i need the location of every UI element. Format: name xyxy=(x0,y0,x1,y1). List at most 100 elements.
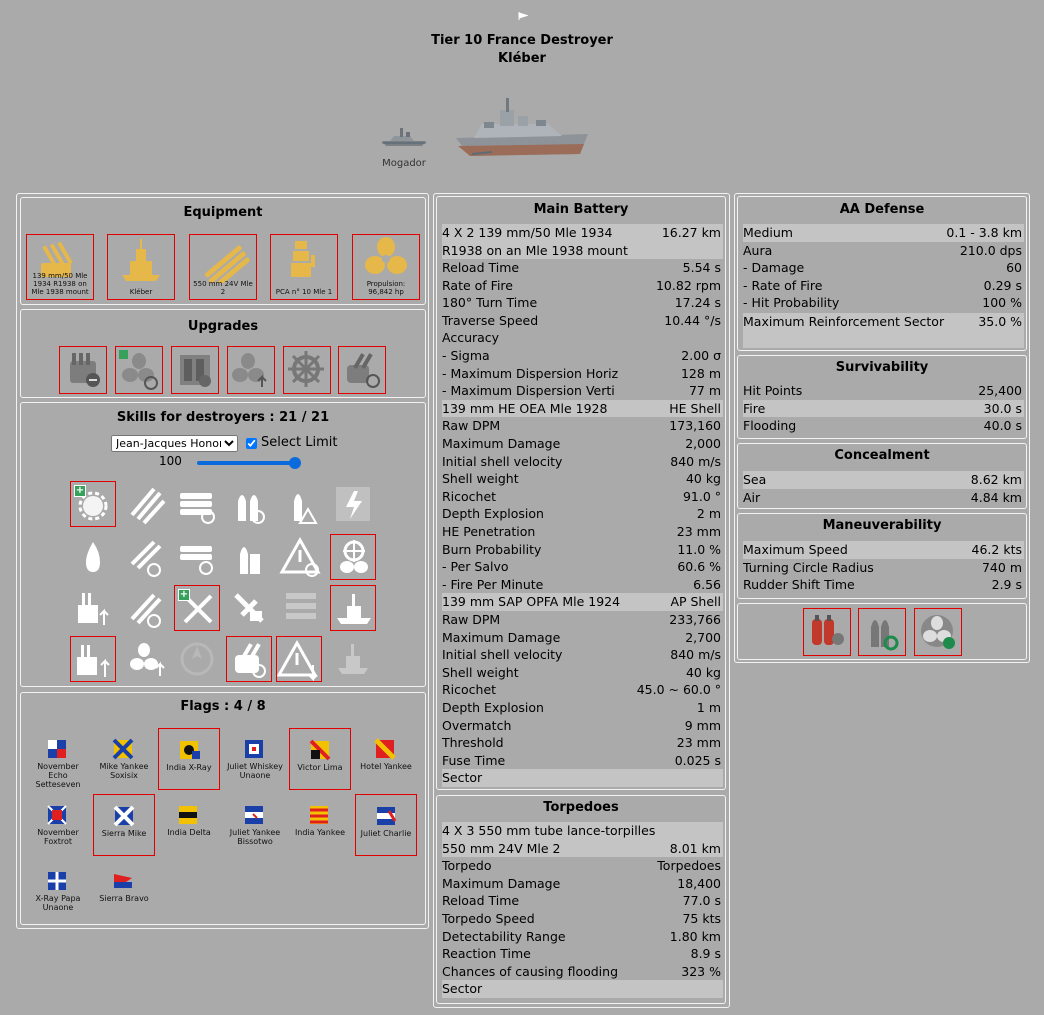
stat-value: 9 mm xyxy=(684,717,721,733)
aa-defense-panel: AA Defense Medium 0.1 - 3.8 km Aura 210.0 d… xyxy=(737,196,1027,351)
skill-last-stand[interactable] xyxy=(124,636,170,682)
select-limit-checkbox[interactable] xyxy=(246,438,257,449)
flag-item[interactable]: Juliet Whiskey Unaone xyxy=(224,728,286,790)
flag-item[interactable]: India Delta xyxy=(158,794,220,856)
mb-stat-row: Raw DPM 233,766 xyxy=(442,611,723,629)
stat-label: Air xyxy=(743,489,761,505)
stat-value: 60 xyxy=(1006,260,1022,276)
flag-item[interactable]: Juliet Yankee Bissotwo xyxy=(224,794,286,856)
signal-flag-icon xyxy=(245,806,263,824)
stat-label: Overmatch xyxy=(442,717,512,733)
propeller-icon xyxy=(365,237,407,274)
torpedoes-panel: Torpedoes 4 X 3 550 mm tube lance-torpil… xyxy=(436,795,726,1004)
skill-swift-fish[interactable] xyxy=(330,534,376,580)
upgrade-steering-gears[interactable] xyxy=(283,346,331,394)
skill-torpedo-armament[interactable] xyxy=(278,585,324,631)
aa-gun-up-icon xyxy=(78,593,109,625)
stat-value: AP Shell xyxy=(670,594,721,610)
hull-icon xyxy=(122,239,160,281)
mb-stat-row: Traverse Speed 10.44 °/s xyxy=(442,312,723,330)
stat-label: Threshold xyxy=(442,735,504,751)
stat-value: 100 % xyxy=(982,295,1022,311)
skill-electric-hazard[interactable] xyxy=(330,481,376,527)
upgrade-main-armaments[interactable] xyxy=(59,346,107,394)
consumable-main-battery-reload-booster[interactable] xyxy=(858,608,906,656)
previous-ship-label[interactable]: Mogador xyxy=(370,158,438,169)
concealment-title: Concealment xyxy=(834,448,930,463)
flag-item[interactable]: India Yankee xyxy=(289,794,351,856)
skill-warning-target[interactable] xyxy=(278,534,324,580)
consumables-panel xyxy=(737,603,1027,660)
maneuverability-panel: Maneuverability Maximum Speed 46.2 kts Tur… xyxy=(737,513,1027,599)
equipment-engine[interactable]: Propulsion: 96,842 hp xyxy=(352,234,420,300)
main-armaments-mod-icon xyxy=(70,353,100,387)
flag-item[interactable]: Hotel Yankee xyxy=(355,728,417,790)
level-slider-thumb[interactable] xyxy=(289,457,301,469)
skill-aa-plane-down[interactable] xyxy=(226,585,272,631)
flag-item[interactable]: Mike Yankee Soxisix xyxy=(93,728,155,790)
stat-label: - Sigma xyxy=(442,348,490,363)
flag-item[interactable]: Sierra Mike xyxy=(93,794,155,856)
skill-secondaries[interactable] xyxy=(70,636,116,682)
sv-stat-row: Flooding 40.0 s xyxy=(743,417,1024,435)
signal-flag-icon xyxy=(377,807,397,825)
skill-aa-defense[interactable] xyxy=(70,585,116,631)
aa-reinforcement-row: Maximum Reinforcement Sector 35.0 % xyxy=(743,313,1024,348)
skill-shell-warning[interactable] xyxy=(278,481,324,527)
stat-label: - Maximum Dispersion Verti xyxy=(442,383,615,399)
skills-title: Skills for destroyers : 21 / 21 xyxy=(116,410,330,425)
skill-incoming-fire-alert[interactable] xyxy=(276,636,322,682)
stat-value: 25,400 xyxy=(978,383,1022,398)
previous-ship-image[interactable] xyxy=(380,122,428,148)
stat-value: 210.0 dps xyxy=(959,242,1022,258)
flag-item[interactable]: November Echo Setteseven xyxy=(27,728,89,790)
equipment-main-battery[interactable]: 139 mm/50 Mle 1934 R1938 on Mle 1938 mou… xyxy=(26,234,94,300)
stat-label: Reaction Time xyxy=(442,946,531,962)
flag-item[interactable]: Victor Lima xyxy=(289,728,351,790)
equipment-hull[interactable]: Kléber xyxy=(107,234,175,300)
skill-extra-heavy-ammo[interactable] xyxy=(226,636,272,682)
upgrade-propulsion[interactable] xyxy=(227,346,275,394)
upgrade-torpedo-tubes[interactable] xyxy=(171,346,219,394)
skill-gun-feeder[interactable] xyxy=(124,585,170,631)
equipment-torpedoes[interactable]: 550 mm 24V Mle 2 xyxy=(189,234,257,300)
flag-item[interactable]: November Foxtrot xyxy=(27,794,89,856)
flag-item[interactable]: India X-Ray xyxy=(158,728,220,790)
skill-torpedo-tubes[interactable] xyxy=(174,481,220,527)
skill-dazzle[interactable]: + xyxy=(174,585,220,631)
maneuverability-title: Maneuverability xyxy=(822,518,942,533)
concealment-panel: Concealment Sea 8.62 km Air 4.84 km xyxy=(737,443,1027,509)
stat-label: - Damage xyxy=(743,260,805,276)
consumable-engine-boost[interactable] xyxy=(914,608,962,656)
stat-label: Initial shell velocity xyxy=(442,647,563,663)
stat-value: 0.29 s xyxy=(983,277,1022,293)
skill-main-battery-specialist[interactable] xyxy=(124,534,170,580)
skill-shell-reload[interactable] xyxy=(226,481,272,527)
equipment-fire-control[interactable]: PCA n° 10 Mle 1 xyxy=(270,234,338,300)
skill-fire-prevention[interactable] xyxy=(70,534,116,580)
stat-label: Traverse Speed xyxy=(442,312,539,328)
skill-hull-ship[interactable] xyxy=(330,636,376,682)
level-slider-track[interactable] xyxy=(197,461,297,465)
skill-survivability-expert[interactable] xyxy=(330,585,376,631)
turret-reload-icon xyxy=(235,643,266,678)
skill-grease-the-gears[interactable]: + xyxy=(70,481,116,527)
signal-flag-icon xyxy=(114,874,132,888)
mv-stat-row: Maximum Speed 46.2 kts xyxy=(743,541,1024,559)
flag-item[interactable]: X-Ray Papa Unaone xyxy=(27,860,89,922)
skill-consumables-specialist[interactable] xyxy=(124,481,170,527)
flag-item[interactable]: Sierra Bravo xyxy=(93,860,155,922)
stat-value: 30.0 s xyxy=(983,400,1022,416)
flag-item[interactable]: Juliet Charlie xyxy=(355,794,417,856)
damage-control-party-icon xyxy=(812,615,844,645)
equipment-title: Equipment xyxy=(183,205,263,220)
commander-select[interactable]: Jean-Jacques Honoré xyxy=(111,435,238,452)
skill-ammo-stack[interactable] xyxy=(226,534,272,580)
mb-stat-row: Raw DPM 173,160 xyxy=(442,417,723,435)
upgrade-engine-room[interactable] xyxy=(115,346,163,394)
skill-radio-location[interactable] xyxy=(174,636,220,682)
consumable-damage-control[interactable] xyxy=(803,608,851,656)
skill-torpedo-acceleration[interactable] xyxy=(174,534,220,580)
mv-stat-row: Turning Circle Radius 740 m xyxy=(743,559,1024,577)
upgrade-torpedo-reload[interactable] xyxy=(338,346,386,394)
